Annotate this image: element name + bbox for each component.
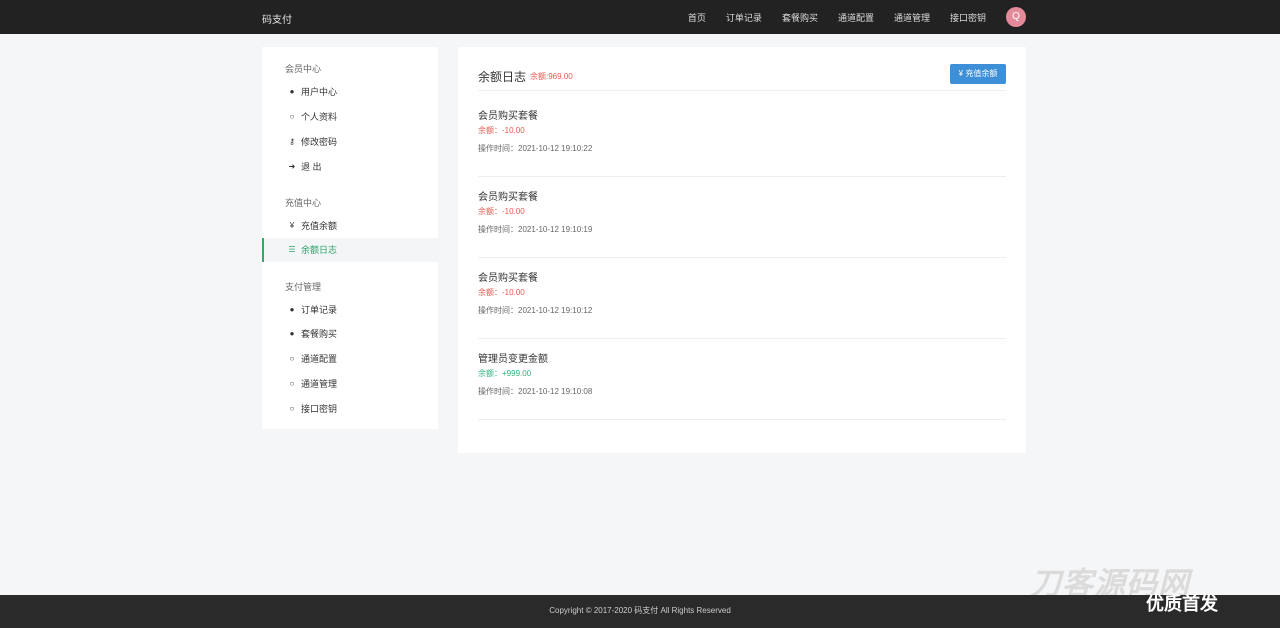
list-icon: ☰ <box>288 245 296 254</box>
log-title: 会员购买套餐 <box>478 192 538 203</box>
sidebar-item-label: 余额日志 <box>301 245 338 255</box>
sidebar-item-logout[interactable]: ➜ 退 出 <box>262 155 438 179</box>
user-circle-icon: ● <box>289 305 295 314</box>
nav-api-key[interactable]: 接口密钥 <box>950 11 986 24</box>
balance-amount: 余额:969.00 <box>530 72 573 81</box>
log-amount: 余额：+999.00 <box>478 369 532 378</box>
page-title: 余额日志 <box>478 70 527 84</box>
log-entry: 会员购买套餐 余额：-10.00 操作时间：2021-10-12 19:10:2… <box>478 96 1006 177</box>
divider <box>478 90 1006 91</box>
sidebar-item-label: 退 出 <box>301 162 322 172</box>
log-title: 会员购买套餐 <box>478 111 538 122</box>
sidebar-item-label: 个人资料 <box>301 112 338 122</box>
logout-icon: ➜ <box>288 162 296 171</box>
sidebar-item-label: 修改密码 <box>301 137 338 147</box>
user-icon: ○ <box>289 354 295 363</box>
log-amount: 余额：-10.00 <box>478 207 525 216</box>
sidebar-item-label: 充值余额 <box>301 221 338 231</box>
log-title: 管理员变更金额 <box>478 354 548 365</box>
log-entry: 管理员变更金额 余额：+999.00 操作时间：2021-10-12 19:10… <box>478 339 1006 420</box>
brand-logo-text[interactable]: 码支付 <box>262 11 292 26</box>
copyright-text: Copyright © 2017-2020 码支付 All Rights Res… <box>549 606 731 615</box>
user-circle-icon: ● <box>289 87 295 96</box>
sidebar-item-channel-manage[interactable]: ○ 通道管理 <box>262 372 438 396</box>
sidebar-section-payment: 支付管理 <box>285 282 322 292</box>
sidebar-item-label: 通道配置 <box>301 354 338 364</box>
log-time: 操作时间：2021-10-12 19:10:19 <box>478 225 593 234</box>
sidebar: 会员中心 ● 用户中心 ○ 个人资料 ⚷ 修改密码 ➜ 退 出 充值中心 ¥ 充… <box>262 47 438 429</box>
recharge-balance-button[interactable]: ¥ 充值余额 <box>950 64 1006 84</box>
log-time: 操作时间：2021-10-12 19:10:12 <box>478 306 593 315</box>
sidebar-item-label: 套餐购买 <box>301 329 338 339</box>
log-title: 会员购买套餐 <box>478 273 538 284</box>
yen-icon: ¥ <box>289 221 295 230</box>
nav-channel-manage[interactable]: 通道管理 <box>894 11 930 24</box>
log-amount: 余额：-10.00 <box>478 288 525 297</box>
sidebar-item-balance-log[interactable]: ☰ 余额日志 <box>262 238 438 262</box>
nav-orders[interactable]: 订单记录 <box>726 11 762 24</box>
sidebar-item-api-key[interactable]: ○ 接口密钥 <box>262 397 438 421</box>
user-icon: ○ <box>289 379 295 388</box>
footer: Copyright © 2017-2020 码支付 All Rights Res… <box>0 595 1280 628</box>
user-icon: ○ <box>289 112 295 121</box>
log-entry: 会员购买套餐 余额：-10.00 操作时间：2021-10-12 19:10:1… <box>478 177 1006 258</box>
sidebar-item-recharge-balance[interactable]: ¥ 充值余额 <box>262 214 438 238</box>
balance-log-panel: 余额日志 余额:969.00 ¥ 充值余额 会员购买套餐 余额：-10.00 操… <box>458 47 1026 453</box>
top-nav: 首页 订单记录 套餐购买 通道配置 通道管理 接口密钥 <box>688 11 986 24</box>
sidebar-item-channel-config[interactable]: ○ 通道配置 <box>262 347 438 371</box>
log-time: 操作时间：2021-10-12 19:10:08 <box>478 387 593 396</box>
user-icon: ○ <box>289 404 295 413</box>
top-navbar: 码支付 首页 订单记录 套餐购买 通道配置 通道管理 接口密钥 Q <box>0 0 1280 34</box>
sidebar-item-packages[interactable]: ● 套餐购买 <box>262 322 438 346</box>
sidebar-section-recharge: 充值中心 <box>285 198 322 208</box>
log-time: 操作时间：2021-10-12 19:10:22 <box>478 144 593 153</box>
nav-packages[interactable]: 套餐购买 <box>782 11 818 24</box>
watermark-tag: 优质首发 <box>1146 594 1218 614</box>
sidebar-item-orders[interactable]: ● 订单记录 <box>262 298 438 322</box>
sidebar-section-member: 会员中心 <box>285 64 322 74</box>
key-icon: ⚷ <box>289 137 295 146</box>
log-amount: 余额：-10.00 <box>478 126 525 135</box>
nav-home[interactable]: 首页 <box>688 11 706 24</box>
nav-channel-config[interactable]: 通道配置 <box>838 11 874 24</box>
log-entry: 会员购买套餐 余额：-10.00 操作时间：2021-10-12 19:10:1… <box>478 258 1006 339</box>
sidebar-item-label: 接口密钥 <box>301 404 338 414</box>
sidebar-item-label: 订单记录 <box>301 305 338 315</box>
sidebar-item-label: 通道管理 <box>301 379 338 389</box>
sidebar-item-user-center[interactable]: ● 用户中心 <box>262 80 438 104</box>
sidebar-item-label: 用户中心 <box>301 87 338 97</box>
sidebar-item-change-password[interactable]: ⚷ 修改密码 <box>262 130 438 154</box>
avatar[interactable]: Q <box>1006 7 1026 27</box>
sidebar-item-profile[interactable]: ○ 个人资料 <box>262 105 438 129</box>
user-circle-icon: ● <box>289 329 295 338</box>
